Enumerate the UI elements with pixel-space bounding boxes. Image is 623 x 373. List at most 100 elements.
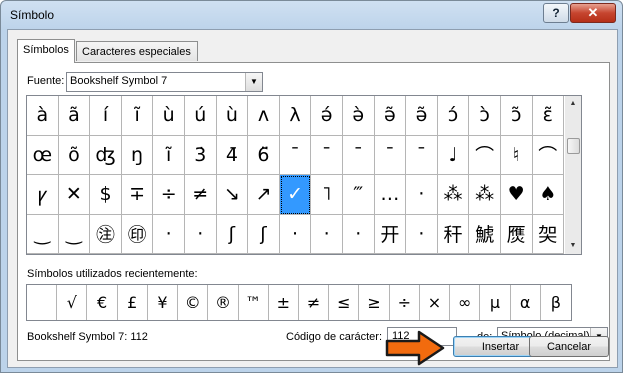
symbol-cell[interactable]: ⁂ xyxy=(469,175,501,215)
symbol-cell[interactable]: ˉ xyxy=(279,135,312,175)
scroll-down-icon[interactable]: ▼ xyxy=(565,238,581,254)
recent-symbol-cell[interactable]: © xyxy=(178,285,209,320)
recent-symbol-cell[interactable]: ≤ xyxy=(329,285,360,320)
recent-symbol-cell[interactable]: £ xyxy=(118,285,148,320)
recent-symbol-cell[interactable]: ± xyxy=(269,285,299,320)
recent-symbol-cell[interactable]: µ xyxy=(480,285,511,320)
symbol-cell[interactable]: 㷳 xyxy=(500,214,533,254)
symbol-cell[interactable]: · xyxy=(279,214,312,254)
symbol-cell[interactable]: … xyxy=(374,175,407,215)
symbol-cell[interactable]: ㊞ xyxy=(121,214,154,254)
symbol-cell[interactable]: ㊟ xyxy=(90,214,122,254)
recent-symbol-cell[interactable]: € xyxy=(87,285,118,320)
symbol-cell[interactable]: ♩ xyxy=(437,135,470,175)
recent-symbol-cell[interactable]: α xyxy=(511,285,541,320)
chevron-down-icon[interactable]: ▼ xyxy=(245,73,262,91)
cancel-button[interactable]: Cancelar xyxy=(529,336,609,357)
symbol-grid-scrollbar[interactable]: ▲ ▼ xyxy=(565,95,582,255)
symbol-cell[interactable]: ≠ xyxy=(184,175,217,215)
symbol-cell[interactable]: ə́ xyxy=(311,96,343,136)
symbol-cell[interactable]: ĩ xyxy=(121,96,154,136)
symbol-cell[interactable]: õ xyxy=(58,135,91,175)
tab-caracteres-especiales[interactable]: Caracteres especiales xyxy=(76,41,198,61)
symbol-cell[interactable]: ɔ́ xyxy=(437,96,470,136)
symbol-cell[interactable]: ♮ xyxy=(500,135,533,175)
symbol-cell[interactable]: · xyxy=(406,175,438,215)
symbol-cell[interactable]: ‴ xyxy=(342,175,375,215)
symbol-cell[interactable]: ã xyxy=(58,96,91,136)
font-select[interactable]: Bookshelf Symbol 7 ▼ xyxy=(66,72,263,92)
symbol-cell[interactable]: ʌ xyxy=(248,96,280,136)
recent-symbol-cell[interactable]: √ xyxy=(57,285,88,320)
symbol-cell[interactable]: ⁂ xyxy=(437,175,470,215)
symbol-cell[interactable]: ⌒ xyxy=(469,135,501,175)
symbol-cell[interactable]: 㚙 xyxy=(532,214,565,254)
symbol-cell[interactable]: ˉ xyxy=(311,135,343,175)
symbol-cell[interactable]: · xyxy=(406,214,438,254)
scrollbar-thumb[interactable] xyxy=(567,138,580,154)
symbol-cell[interactable]: 开 xyxy=(374,214,407,254)
symbol-cell[interactable]: · xyxy=(153,214,185,254)
symbol-cell[interactable]: $ xyxy=(90,175,122,215)
symbol-cell[interactable]: ˥ xyxy=(311,175,343,215)
symbol-cell[interactable]: ˉ xyxy=(374,135,407,175)
symbol-grid[interactable]: à ã í ĩ ù ú ù ʌ λ ə́ ə̀ ə̃ ə̃ ɔ́ ɔ̀ ɔ̃ ɛ̃ œ õ ʤ ŋ ı̃ 3̇ 4̄ 6̈ ˉ ˉ ˉ… xyxy=(26,95,565,255)
symbol-cell[interactable]: ↗ xyxy=(248,175,280,215)
symbol-cell[interactable]: · xyxy=(184,214,217,254)
symbol-cell[interactable]: 6̈ xyxy=(248,135,280,175)
font-select-value: Bookshelf Symbol 7 xyxy=(70,75,168,87)
recent-symbol-cell[interactable]: ¥ xyxy=(148,285,179,320)
symbol-cell[interactable]: ÷ xyxy=(153,175,185,215)
symbol-cell[interactable]: 鯱 xyxy=(469,214,501,254)
scroll-up-icon[interactable]: ▲ xyxy=(565,96,581,112)
symbol-cell[interactable]: œ xyxy=(27,135,59,175)
symbol-cell[interactable]: ꝩ xyxy=(27,175,59,215)
symbol-cell[interactable]: ə̃ xyxy=(406,96,438,136)
symbol-cell[interactable]: 4̄ xyxy=(216,135,249,175)
symbol-cell[interactable]: ù xyxy=(153,96,185,136)
symbol-cell[interactable]: ɔ̃ xyxy=(500,96,533,136)
symbol-cell[interactable]: ∓ xyxy=(121,175,154,215)
symbol-cell[interactable]: ɔ̀ xyxy=(469,96,501,136)
symbol-cell[interactable]: ↘ xyxy=(216,175,249,215)
symbol-cell[interactable]: ‿ xyxy=(58,214,91,254)
symbol-cell[interactable]: · xyxy=(311,214,343,254)
recent-symbol-cell[interactable]: ≥ xyxy=(359,285,390,320)
symbol-cell[interactable]: ˉ xyxy=(406,135,438,175)
symbol-cell[interactable]: 秆 xyxy=(437,214,470,254)
symbol-cell[interactable]: ♠ xyxy=(532,175,565,215)
symbol-cell[interactable]: ı̃ xyxy=(153,135,185,175)
symbol-cell[interactable]: à xyxy=(27,96,59,136)
symbol-cell[interactable]: ‿ xyxy=(27,214,59,254)
symbol-cell[interactable]: ʃ xyxy=(216,214,249,254)
symbol-cell[interactable]: ú xyxy=(184,96,217,136)
symbol-cell[interactable]: ŋ xyxy=(121,135,154,175)
recent-symbol-cell[interactable]: × xyxy=(420,285,451,320)
symbol-cell[interactable]: í xyxy=(90,96,122,136)
symbol-cell-selected[interactable]: ✓ xyxy=(279,175,312,215)
recent-symbol-cell[interactable]: ∞ xyxy=(450,285,481,320)
recent-symbols-grid[interactable]: √ € £ ¥ © ® ™ ± ≠ ≤ ≥ ÷ × ∞ µ α β xyxy=(26,284,572,321)
tab-simbolos[interactable]: Símbolos xyxy=(17,39,75,63)
symbol-cell[interactable]: · xyxy=(342,214,375,254)
symbol-cell[interactable]: ♥ xyxy=(500,175,533,215)
recent-symbol-cell[interactable]: ≠ xyxy=(299,285,330,320)
symbol-cell[interactable]: ɛ̃ xyxy=(532,96,565,136)
symbol-cell[interactable]: ə̃ xyxy=(374,96,407,136)
symbol-cell[interactable]: ʤ xyxy=(90,135,122,175)
symbol-cell[interactable]: ə̀ xyxy=(342,96,375,136)
recent-symbol-cell[interactable]: β xyxy=(541,285,571,320)
recent-symbol-cell[interactable] xyxy=(27,285,58,320)
recent-symbol-cell[interactable]: ® xyxy=(208,285,239,320)
symbol-cell[interactable]: ✕ xyxy=(58,175,91,215)
symbol-cell[interactable]: ʃ xyxy=(248,214,280,254)
symbol-cell[interactable]: ⌒ xyxy=(532,135,565,175)
recent-symbol-cell[interactable]: ™ xyxy=(239,285,269,320)
symbol-cell[interactable]: 3̇ xyxy=(184,135,217,175)
help-button[interactable]: ? xyxy=(543,3,569,23)
symbol-cell[interactable]: ˉ xyxy=(342,135,375,175)
symbol-cell[interactable]: ù xyxy=(216,96,249,136)
symbol-cell[interactable]: λ xyxy=(279,96,312,136)
close-button[interactable]: ✕ xyxy=(570,3,616,23)
recent-symbol-cell[interactable]: ÷ xyxy=(390,285,420,320)
